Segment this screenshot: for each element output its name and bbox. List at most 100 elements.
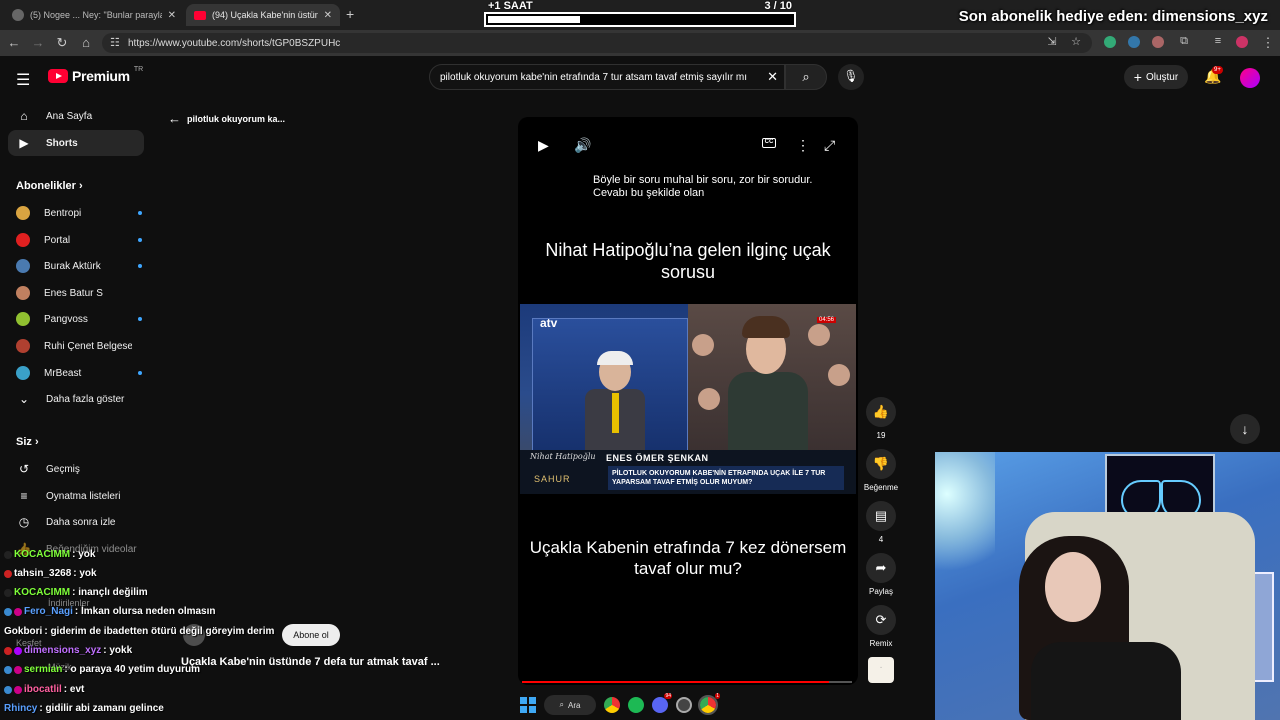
fullscreen-icon[interactable]: ⤢ (824, 137, 835, 154)
remix-button[interactable]: ⟳ Remix (865, 605, 897, 648)
subscription-item[interactable]: Pangvoss (8, 306, 144, 332)
video-title[interactable]: Uçakla Kabe'nin üstünde 7 defa tur atmak… (181, 656, 440, 668)
subscriptions-title: Abonelikler (16, 180, 76, 192)
sidebar-item-home[interactable]: ⌂ Ana Sayfa (8, 103, 144, 129)
chat-message: tahsin_3268 : yok (4, 568, 97, 579)
browser-tab-active[interactable]: (94) Uçakla Kabe'nin üstünde 7... ✕ (186, 4, 340, 26)
channel-avatar (16, 206, 30, 220)
comments-button[interactable]: ▤ 4 (865, 501, 897, 544)
browser-tab[interactable]: (5) Nogee ... Ney: "Bunlar parayla..." ✕ (4, 4, 184, 26)
comment-count: 4 (878, 535, 884, 544)
profile-icon[interactable] (1236, 36, 1248, 48)
chat-text: : o paraya 40 yetim duyurum (64, 664, 200, 675)
clear-search-icon[interactable]: ✕ (767, 69, 778, 85)
extension-icon[interactable] (1104, 36, 1116, 48)
account-avatar[interactable] (1240, 68, 1260, 88)
video-progress-bar[interactable] (522, 681, 852, 683)
sidebar-item-shorts[interactable]: ▶ Shorts (8, 130, 144, 156)
show-subtitle: SAHUR (534, 474, 571, 484)
home-icon[interactable]: ⌂ (78, 35, 94, 50)
chat-username: ibocatlil (24, 684, 62, 695)
voice-search-button[interactable]: 🎙 (838, 64, 864, 90)
subscribe-button[interactable]: Abone ol (282, 624, 340, 646)
watch-later-icon: ◷ (18, 515, 30, 529)
menu-hamburger-icon[interactable]: ☰ (16, 70, 30, 90)
like-count: 19 (876, 431, 886, 440)
you-heading[interactable]: Siz › (16, 436, 39, 448)
history-icon: ↺ (18, 462, 30, 476)
next-short-arrow-icon[interactable]: ↓ (1230, 414, 1260, 444)
tv-channel-logo: atv (540, 316, 558, 330)
subscription-item[interactable]: Burak Aktürk (8, 253, 144, 279)
close-tab-icon[interactable]: ✕ (324, 10, 332, 21)
taskbar-search[interactable]: ⌕ Ara (544, 695, 596, 715)
chat-badge-icon (14, 607, 22, 616)
share-label: Paylaş (868, 587, 893, 596)
share-button[interactable]: ➦ Paylaş (865, 553, 897, 596)
chat-message: Rhincy : gidilir abi zamanı gelince (4, 703, 164, 714)
browser-menu-icon[interactable]: ⋮ (1260, 35, 1276, 51)
subscription-item[interactable]: Bentropi (8, 200, 144, 226)
tab-favicon-icon (12, 9, 24, 21)
extensions-puzzle-icon[interactable]: ⧉ (1176, 35, 1192, 48)
install-app-icon[interactable]: ⇲ (1044, 35, 1060, 48)
address-bar[interactable]: ☷ https://www.youtube.com/shorts/tGP0BSZ… (102, 33, 1092, 53)
chat-badge-icon (4, 607, 12, 616)
show-more-button[interactable]: ⌄ Daha fazla göster (8, 386, 144, 412)
lower-third-banner: Nihat Hatipoğlu SAHUR ENES ÖMER ŞENKAN P… (520, 450, 856, 494)
subscription-item[interactable]: Enes Batur S (8, 280, 144, 306)
new-tab-button[interactable]: + (346, 6, 354, 22)
site-info-icon[interactable]: ☷ (110, 36, 120, 49)
volume-icon[interactable]: 🔊 (574, 137, 591, 154)
youtube-premium-logo[interactable]: Premium TR (48, 66, 143, 84)
back-to-search-link[interactable]: ← pilotluk okuyorum ka... (168, 111, 285, 126)
subscription-item[interactable]: MrBeast (8, 360, 144, 386)
timer-count: 3 / 10 (764, 0, 792, 12)
obs-icon[interactable] (676, 697, 692, 713)
windows-start-icon[interactable] (520, 697, 536, 713)
playlists-icon: ≡ (20, 489, 28, 503)
audio-source-thumbnail[interactable]: ◦ (868, 657, 894, 683)
chat-text: : yokk (103, 645, 133, 656)
more-options-icon[interactable]: ⋮ (796, 137, 810, 154)
subscription-item[interactable]: Ruhi Çenet Belgese... (8, 333, 144, 359)
create-button[interactable]: + Oluştur (1124, 65, 1188, 89)
chat-username: dimensions_xyz (24, 645, 102, 656)
sidebar-item-playlists[interactable]: ≡ Oynatma listeleri (8, 483, 144, 509)
reload-icon[interactable]: ↻ (54, 35, 70, 51)
like-button[interactable]: 👍 19 (865, 397, 897, 440)
reading-list-icon[interactable]: ≡ (1210, 35, 1226, 47)
chat-username: sermian (24, 664, 63, 675)
back-arrow-icon[interactable]: ← (6, 35, 22, 50)
extension-icon[interactable] (1152, 36, 1164, 48)
sidebar-item-watch-later[interactable]: ◷ Daha sonra izle (8, 509, 144, 535)
play-icon[interactable]: ▶ (538, 137, 549, 154)
bookmark-star-icon[interactable]: ☆ (1068, 35, 1084, 48)
captions-icon[interactable]: CC (762, 138, 776, 148)
chat-badge-icon (14, 665, 22, 674)
subscription-item[interactable]: Portal (8, 227, 144, 253)
logo-text: Premium (72, 68, 130, 84)
chrome-icon[interactable] (604, 697, 620, 713)
chat-message: dimensions_xyz : yokk (4, 645, 132, 656)
search-button[interactable]: ⌕ (785, 64, 827, 90)
new-content-dot (138, 264, 142, 268)
extension-icon[interactable] (1128, 36, 1140, 48)
chrome-active-icon[interactable]: 1 (698, 693, 720, 715)
spotify-icon[interactable] (628, 697, 644, 713)
discord-icon[interactable]: 94 (652, 693, 672, 713)
search-input[interactable]: pilotluk okuyorum kabe'nin etrafında 7 t… (429, 64, 785, 90)
forward-arrow-icon[interactable]: → (30, 35, 46, 50)
sidebar-item-history[interactable]: ↺ Geçmiş (8, 456, 144, 482)
back-label: pilotluk okuyorum ka... (187, 113, 286, 124)
dislike-button[interactable]: 👎 Beğenme (864, 449, 898, 492)
close-tab-icon[interactable]: ✕ (168, 10, 176, 21)
subscriptions-heading[interactable]: Abonelikler › (16, 180, 83, 192)
chat-text: : gidilir abi zamanı gelince (39, 703, 164, 714)
channel-avatar (16, 259, 30, 273)
new-content-dot (138, 317, 142, 321)
channel-name: MrBeast (44, 367, 82, 379)
shorts-video-player[interactable]: ▶ 🔊 CC ⋮ ⤢ Böyle bir soru muhal bir soru… (518, 117, 858, 685)
subathon-timer-overlay: +1 SAAT 3 / 10 (484, 0, 796, 28)
sub-gift-banner: Son abonelik hediye eden: dimensions_xyz (958, 8, 1268, 25)
